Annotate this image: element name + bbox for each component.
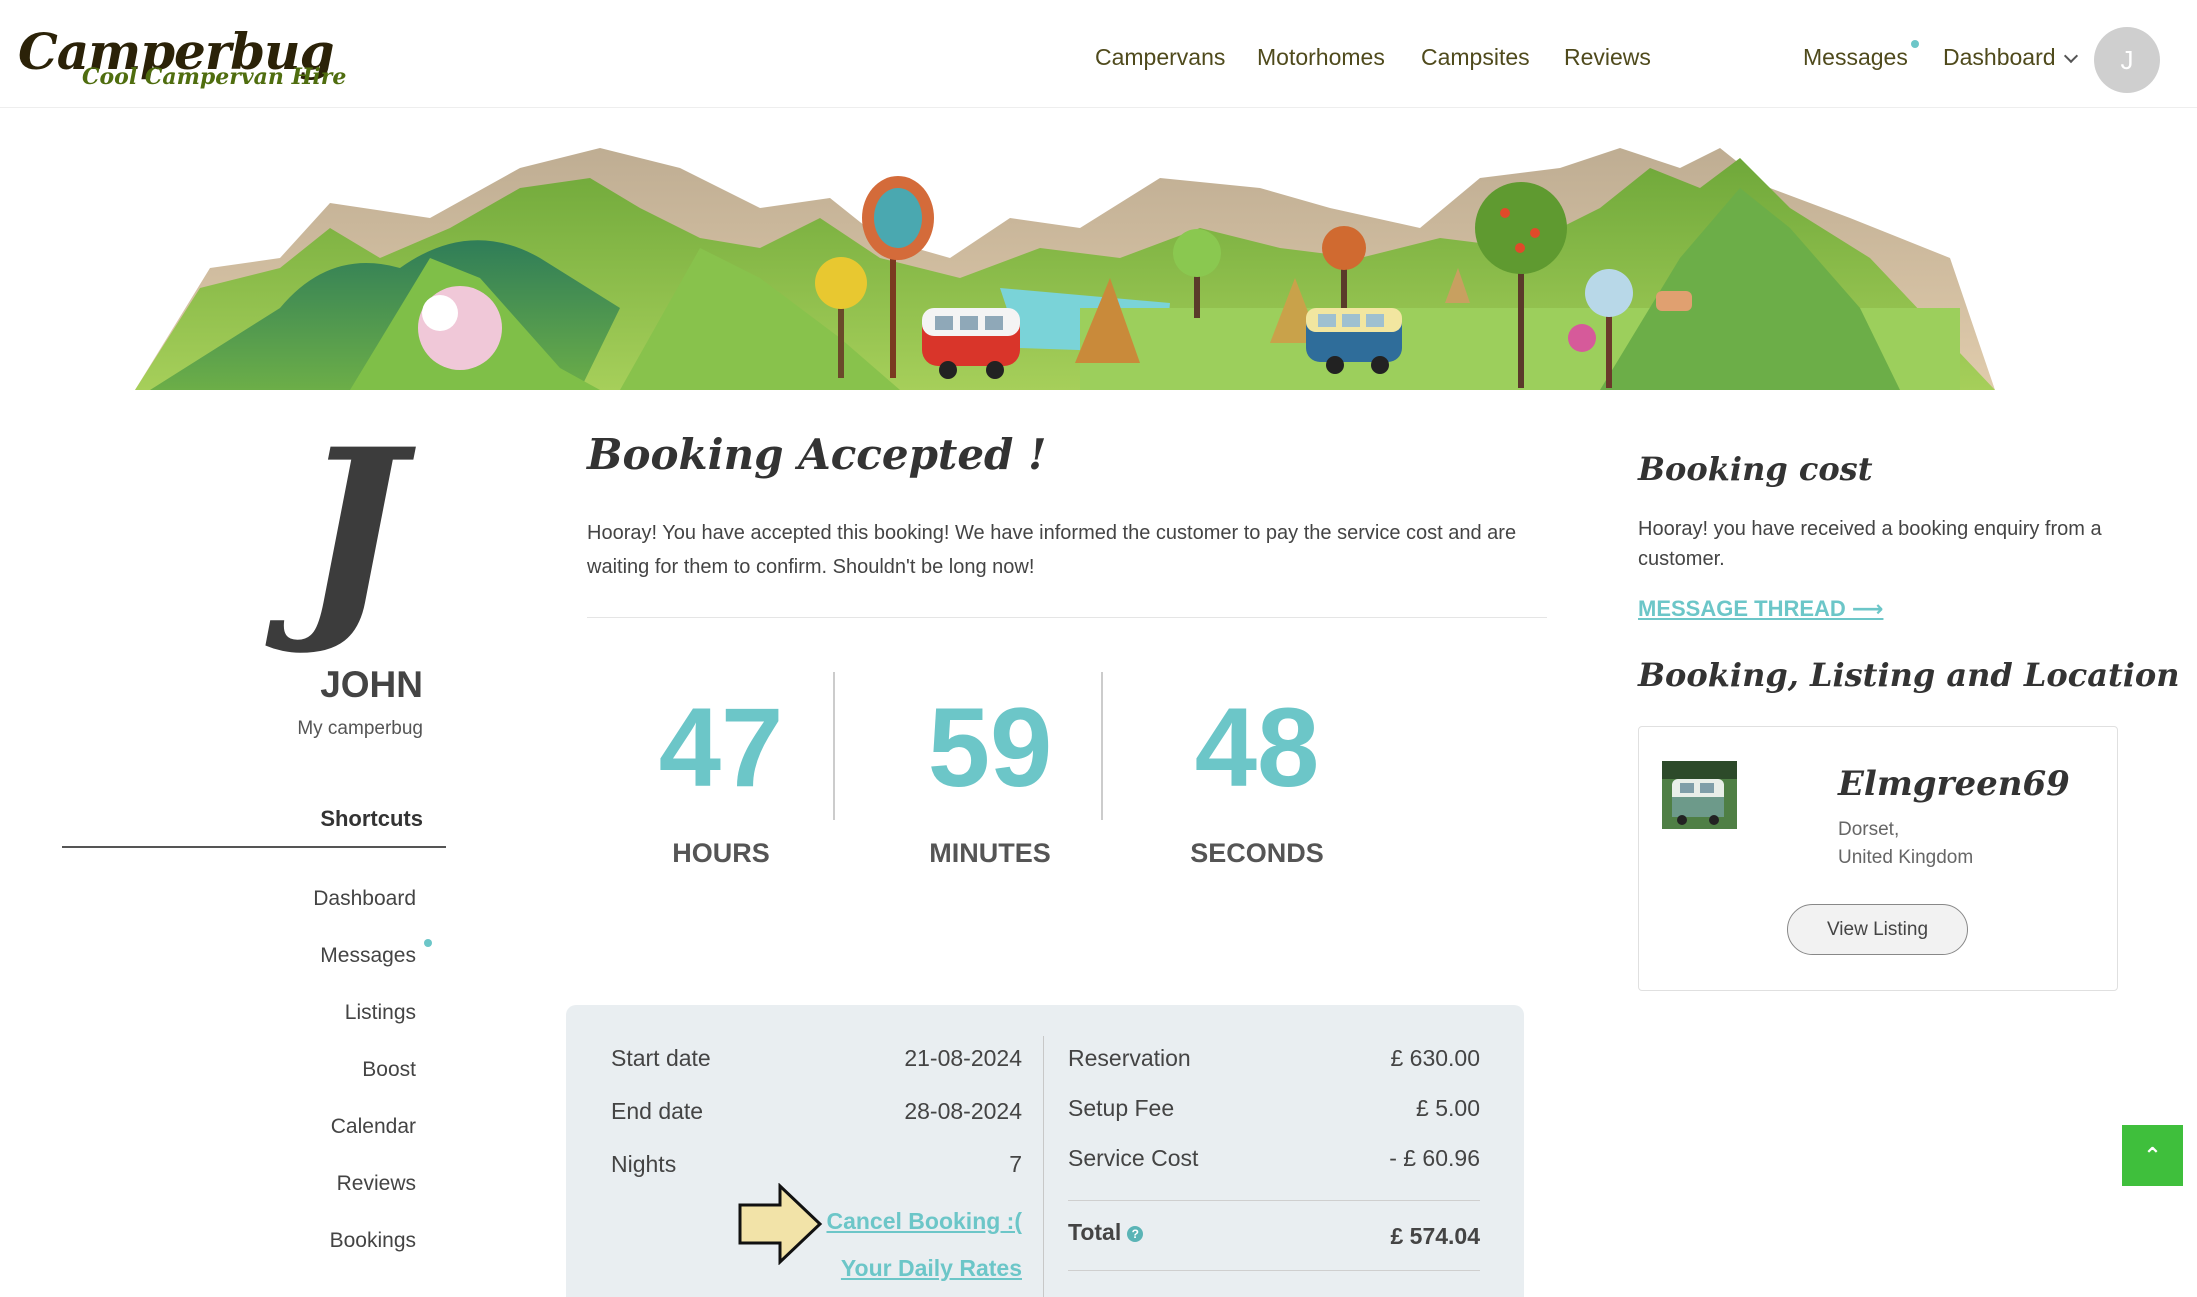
sidebar-item-dashboard[interactable]: Dashboard (150, 887, 416, 911)
daily-rates-link[interactable]: Your Daily Rates (780, 1255, 1022, 1282)
content-divider (587, 617, 1547, 618)
setup-fee-label: Setup Fee (1068, 1095, 1175, 1121)
message-thread-link[interactable]: MESSAGE THREAD ⟶ (1638, 596, 1883, 622)
countdown-divider (833, 672, 835, 820)
chevron-down-icon (2063, 48, 2078, 64)
booking-cost-text: Hooray! you have received a booking enqu… (1638, 518, 2102, 570)
total-divider (1068, 1200, 1480, 1201)
nights-label: Nights (611, 1151, 677, 1177)
back-to-top-button[interactable]: ⌃ (2122, 1125, 2183, 1186)
profile-initial: J (300, 400, 405, 659)
sidebar-item-calendar[interactable]: Calendar (150, 1115, 416, 1139)
total-bottom-divider (1068, 1270, 1480, 1271)
end-date-label: End date (611, 1098, 704, 1124)
listing-name[interactable]: Elmgreen69 (1838, 764, 2070, 804)
service-cost-label: Service Cost (1068, 1145, 1199, 1171)
booking-cost-heading: Booking cost (1638, 450, 1873, 488)
countdown-minutes-value: 59 (927, 685, 1053, 810)
sidebar-item-boost[interactable]: Boost (150, 1058, 416, 1082)
sidebar-item-bookings[interactable]: Bookings (150, 1229, 416, 1253)
service-cost-value: - £ 60.96 (1389, 1145, 1480, 1171)
countdown-seconds-value: 48 (1194, 685, 1320, 810)
nav-dashboard[interactable]: Dashboard (1943, 44, 2078, 71)
total-label-wrap: Total? (1068, 1219, 1144, 1246)
page: Camperbug Cool Campervan Hire Campervans… (0, 0, 2197, 1297)
countdown-hours-value: 47 (658, 685, 784, 810)
campervan-photo-icon (1662, 761, 1737, 829)
sidebar-messages-unread-dot (424, 939, 432, 947)
nav-dashboard-label: Dashboard (1943, 44, 2056, 70)
listing-thumbnail[interactable] (1662, 761, 1737, 829)
page-title: Booking Accepted ! (587, 430, 1047, 479)
total-label: Total (1068, 1219, 1122, 1245)
countdown-divider (1101, 672, 1103, 820)
avatar[interactable]: J (2094, 27, 2160, 93)
nights-value: 7 (1009, 1151, 1022, 1177)
shortcuts-heading: Shortcuts (320, 806, 423, 831)
countdown-minutes-label: MINUTES (929, 838, 1051, 868)
cancel-booking-link[interactable]: Cancel Booking :( (780, 1208, 1022, 1235)
help-icon[interactable]: ? (1127, 1225, 1144, 1242)
profile-name: JOHN (320, 664, 423, 705)
site-header: Camperbug Cool Campervan Hire Campervans… (0, 0, 2197, 108)
end-date-value: 28-08-2024 (904, 1098, 1022, 1124)
nav-reviews[interactable]: Reviews (1564, 44, 1651, 71)
start-date-label: Start date (611, 1045, 711, 1071)
intro-text: Hooray! You have accepted this booking! … (587, 522, 1517, 578)
sidebar-item-listings[interactable]: Listings (150, 1001, 416, 1025)
reservation-label: Reservation (1068, 1045, 1191, 1071)
setup-fee-value: £ 5.00 (1416, 1095, 1480, 1121)
listing-location-country: United Kingdom (1838, 847, 1974, 868)
nav-campsites[interactable]: Campsites (1421, 44, 1530, 71)
messages-unread-dot (1911, 40, 1919, 48)
nav-motorhomes[interactable]: Motorhomes (1257, 44, 1385, 71)
countdown-seconds-label: SECONDS (1190, 838, 1324, 868)
logo-sub-text: Cool Campervan Hire (82, 64, 347, 90)
sidebar-item-reviews[interactable]: Reviews (150, 1172, 416, 1196)
double-chevron-up-icon: ⌃ (2143, 1142, 2162, 1168)
booking-listing-heading: Booking, Listing and Location (1638, 656, 2180, 694)
nav-campervans[interactable]: Campervans (1095, 44, 1225, 71)
reservation-value: £ 630.00 (1390, 1045, 1480, 1071)
shortcuts-divider (62, 846, 446, 848)
camperbug-logo[interactable]: Camperbug Cool Campervan Hire (18, 26, 393, 92)
view-listing-button[interactable]: View Listing (1787, 904, 1968, 955)
total-value: £ 574.04 (1390, 1223, 1480, 1249)
start-date-value: 21-08-2024 (904, 1045, 1022, 1071)
landscape-illustration (135, 148, 1995, 390)
nav-messages[interactable]: Messages (1803, 44, 1908, 71)
landscape-banner (0, 108, 2197, 390)
listing-location-county: Dorset, (1838, 819, 1900, 840)
sidebar-item-messages[interactable]: Messages (150, 944, 416, 968)
panel-divider (1043, 1036, 1044, 1297)
countdown-hours-label: HOURS (672, 838, 770, 868)
profile-subtitle: My camperbug (297, 718, 423, 739)
